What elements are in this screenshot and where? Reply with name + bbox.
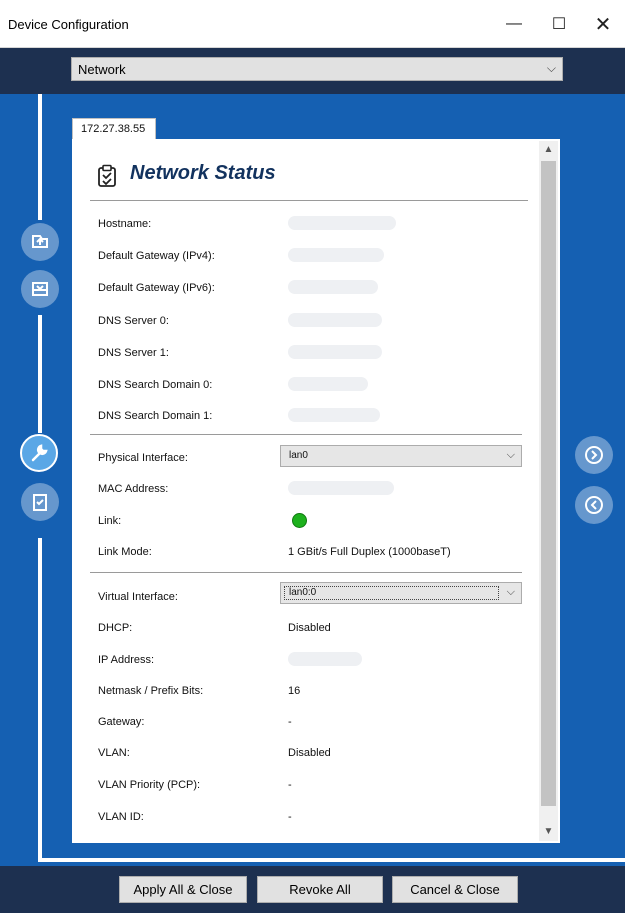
category-bar: Network ⌵ bbox=[0, 48, 625, 94]
vlan-id-value: - bbox=[288, 811, 292, 823]
scroll-down-arrow[interactable]: ▼ bbox=[539, 823, 558, 841]
revoke-all-button[interactable]: Revoke All bbox=[257, 876, 383, 903]
scroll-up-arrow[interactable]: ▲ bbox=[539, 141, 558, 159]
chevron-down-icon: ⌵ bbox=[506, 449, 515, 461]
upload-button[interactable] bbox=[21, 223, 59, 261]
netmask-value: 16 bbox=[288, 685, 301, 697]
tab-label: 172.27.38.55 bbox=[81, 123, 146, 135]
arrow-left-circle-icon bbox=[585, 496, 603, 514]
dhcp-label: DHCP: bbox=[98, 622, 133, 634]
virtual-interface-value: lan0:0 bbox=[289, 587, 317, 598]
wrench-icon bbox=[31, 444, 48, 462]
dns-server-1-label: DNS Server 1: bbox=[98, 347, 169, 359]
upload-icon bbox=[32, 235, 48, 248]
title-bar: Device Configuration — ☐ ✕ bbox=[0, 0, 625, 48]
clipboard-check-icon bbox=[98, 164, 116, 187]
physical-interface-select[interactable]: lan0 ⌵ bbox=[280, 445, 522, 467]
maximize-button[interactable]: ☐ bbox=[537, 9, 581, 39]
vlan-priority-label: VLAN Priority (PCP): bbox=[98, 779, 201, 791]
virtual-interface-select[interactable]: lan0:0 ⌵ bbox=[280, 582, 522, 604]
dns-server-1-value-redacted bbox=[288, 345, 382, 359]
vlan-priority-value: - bbox=[288, 779, 292, 791]
dns-server-0-value-redacted bbox=[288, 313, 382, 327]
scrollbar-thumb[interactable] bbox=[541, 161, 556, 806]
dns-search-domain-0-value-redacted bbox=[288, 377, 368, 391]
focus-ring bbox=[284, 586, 499, 600]
link-label: Link: bbox=[98, 515, 122, 527]
arrow-right-circle-icon bbox=[585, 446, 603, 464]
dns-server-0-label: DNS Server 0: bbox=[98, 315, 169, 327]
gateway-ipv6-value-redacted bbox=[288, 280, 378, 294]
download-button[interactable] bbox=[21, 270, 59, 308]
apply-all-close-button[interactable]: Apply All & Close bbox=[119, 876, 247, 903]
settings-button[interactable] bbox=[20, 434, 58, 472]
section-divider bbox=[90, 434, 522, 435]
vertical-scrollbar[interactable]: ▲ ▼ bbox=[539, 141, 558, 841]
gateway-ipv6-label: Default Gateway (IPv6): bbox=[98, 282, 215, 294]
minimize-button[interactable]: — bbox=[492, 9, 536, 39]
nav-line bbox=[38, 538, 42, 862]
dns-search-domain-1-label: DNS Search Domain 1: bbox=[98, 410, 213, 422]
cancel-close-button[interactable]: Cancel & Close bbox=[392, 876, 518, 903]
netmask-label: Netmask / Prefix Bits: bbox=[98, 685, 204, 697]
page-title: Network Status bbox=[130, 162, 276, 184]
title-divider bbox=[90, 200, 528, 201]
action-bar: Apply All & Close Revoke All Cancel & Cl… bbox=[0, 866, 625, 913]
previous-button[interactable] bbox=[575, 486, 613, 524]
hostname-value-redacted bbox=[288, 216, 396, 230]
vlan-value: Disabled bbox=[288, 747, 331, 759]
hostname-label: Hostname: bbox=[98, 218, 152, 230]
nav-line bbox=[38, 94, 42, 220]
link-status-indicator bbox=[292, 513, 307, 528]
vlan-label: VLAN: bbox=[98, 747, 130, 759]
category-dropdown[interactable]: Network ⌵ bbox=[71, 57, 563, 81]
link-mode-label: Link Mode: bbox=[98, 546, 152, 558]
vlan-id-label: VLAN ID: bbox=[98, 811, 144, 823]
link-mode-value: 1 GBit/s Full Duplex (1000baseT) bbox=[288, 546, 451, 558]
gateway-ipv4-label: Default Gateway (IPv4): bbox=[98, 250, 215, 262]
nav-line bbox=[38, 315, 42, 433]
tab-device-ip[interactable]: 172.27.38.55 bbox=[72, 118, 156, 140]
next-button[interactable] bbox=[575, 436, 613, 474]
status-button[interactable] bbox=[21, 483, 59, 521]
chevron-down-icon: ⌵ bbox=[546, 61, 556, 75]
gateway-ipv4-value-redacted bbox=[288, 248, 384, 262]
mac-address-label: MAC Address: bbox=[98, 483, 169, 495]
dns-search-domain-0-label: DNS Search Domain 0: bbox=[98, 379, 213, 391]
nav-line-bottom bbox=[38, 858, 625, 862]
mac-address-value-redacted bbox=[288, 481, 394, 495]
window-title: Device Configuration bbox=[8, 17, 129, 32]
ip-address-label: IP Address: bbox=[98, 654, 155, 666]
dhcp-value: Disabled bbox=[288, 622, 331, 634]
chevron-down-icon: ⌵ bbox=[506, 586, 515, 598]
dns-search-domain-1-value-redacted bbox=[288, 408, 380, 422]
virtual-interface-label: Virtual Interface: bbox=[98, 591, 178, 603]
gateway-label: Gateway: bbox=[98, 716, 145, 728]
close-button[interactable]: ✕ bbox=[581, 9, 625, 39]
gateway-value: - bbox=[288, 716, 292, 728]
section-divider bbox=[90, 572, 522, 573]
download-icon bbox=[32, 282, 48, 296]
clipboard-check-icon bbox=[33, 494, 47, 511]
ip-address-value-redacted bbox=[288, 652, 362, 666]
physical-interface-label: Physical Interface: bbox=[98, 452, 188, 464]
category-dropdown-value: Network bbox=[78, 62, 126, 77]
physical-interface-value: lan0 bbox=[289, 450, 308, 461]
